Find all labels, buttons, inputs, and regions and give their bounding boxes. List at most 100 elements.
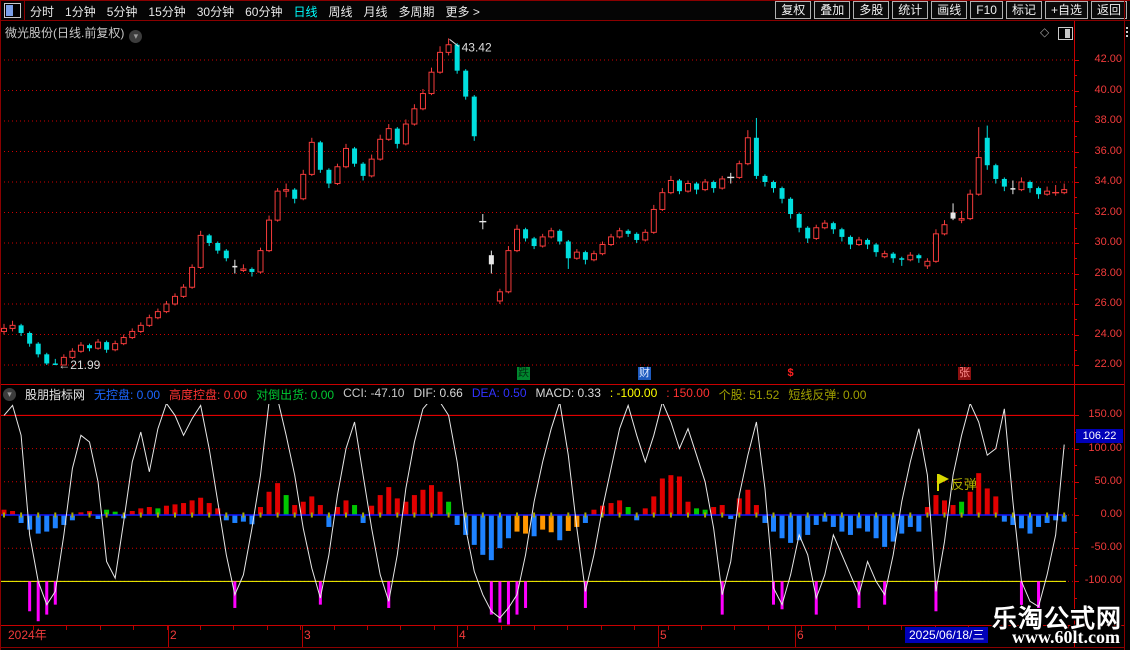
last-date-box: 2025/06/18/三 — [905, 627, 989, 643]
time-tick — [634, 626, 635, 630]
frame-line — [0, 0, 1130, 1]
flag-icon — [939, 474, 949, 484]
time-tick — [668, 626, 669, 630]
indicator-source: 股朋指标网 — [25, 388, 86, 402]
oscillator-line — [3, 404, 1065, 619]
indicator-fields: 无控盘: 0.00 高度控盘: 0.00 对倒出货: 0.00 CCI: -47.10… — [94, 386, 866, 403]
menu-item-日线[interactable]: 日线 — [293, 3, 317, 20]
time-tick — [66, 626, 67, 630]
time-tick — [901, 626, 902, 630]
frame-line — [0, 625, 1125, 626]
indicator-field-DEA: DEA: 0.50 — [471, 386, 527, 400]
toolbar-button-画线[interactable]: 画线 — [931, 1, 968, 19]
price-axis-label: 42.00 — [1094, 53, 1122, 65]
frame-line — [24, 1, 25, 20]
toolbar-button-叠加[interactable]: 叠加 — [814, 1, 851, 19]
menu-item-30分钟[interactable]: 30分钟 — [197, 3, 234, 20]
menu-item-1分钟[interactable]: 1分钟 — [65, 3, 96, 20]
toolbar-button-+自选[interactable]: +自选 — [1044, 1, 1088, 19]
time-tick — [367, 626, 368, 630]
menu-item-5分钟[interactable]: 5分钟 — [107, 3, 138, 20]
price-axis-label: 30.00 — [1094, 236, 1122, 248]
indicator-axis-label: -100.00 — [1084, 574, 1122, 587]
price-axis-label: 22.00 — [1094, 358, 1122, 370]
event-badge-张: 张 — [958, 367, 971, 380]
frame-line — [0, 0, 1, 650]
time-tick — [734, 626, 735, 630]
time-tick — [768, 626, 769, 630]
menu-item-更多 >[interactable]: 更多 > — [446, 3, 480, 20]
time-tick — [400, 626, 401, 630]
low-price-label: ←21.99 — [58, 358, 100, 372]
toolbar-button-返回[interactable]: 返回 — [1090, 1, 1127, 19]
high-price-label: 43.42 — [462, 40, 492, 54]
month-separator — [168, 626, 169, 647]
indicator-field-level: : 150.00 — [666, 386, 710, 400]
toolbar-menu: 复权 叠加 多股 统计 画线 F10 标记 +自选 返回 — [775, 1, 1127, 19]
indicator-field-对倒出货: 对倒出货: 0.00 — [256, 388, 335, 402]
menu-item-分时[interactable]: 分时 — [30, 3, 54, 20]
price-axis-label: 24.00 — [1094, 327, 1122, 340]
indicator-collapse-icon[interactable]: ▾ — [3, 388, 16, 401]
month-separator — [457, 626, 458, 647]
menu-item-15分钟[interactable]: 15分钟 — [148, 3, 185, 20]
frame-line — [0, 647, 1125, 648]
scroll-dot — [1126, 31, 1128, 33]
menu-item-多周期[interactable]: 多周期 — [399, 3, 435, 20]
month-separator — [658, 626, 659, 647]
time-tick — [601, 626, 602, 630]
time-tick — [801, 626, 802, 630]
rebound-annotation: 反弹 — [951, 477, 978, 492]
month-label-5: 5 — [660, 628, 667, 642]
menu-item-月线[interactable]: 月线 — [364, 3, 388, 20]
time-tick — [434, 626, 435, 630]
time-tick — [33, 626, 34, 630]
indicator-axis-label: 100.00 — [1088, 441, 1122, 454]
frame-line — [0, 20, 1130, 21]
time-tick — [200, 626, 201, 630]
time-tick — [100, 626, 101, 630]
month-label-3: 3 — [304, 628, 311, 642]
time-tick — [233, 626, 234, 630]
indicator-chart[interactable] — [0, 404, 1074, 625]
indicator-value-box: 106.22 — [1076, 429, 1123, 443]
menu-item-60分钟[interactable]: 60分钟 — [245, 3, 282, 20]
time-tick — [133, 626, 134, 630]
indicator-field-高度控盘: 高度控盘: 0.00 — [169, 388, 248, 402]
indicator-field-CCI: CCI: -47.10 — [343, 386, 405, 400]
window-icon[interactable] — [4, 3, 21, 18]
indicator-field-个股: 个股: 51.52 — [718, 388, 780, 402]
trading-app-window: 分时 1分钟 5分钟 15分钟 30分钟 60分钟 日线 周线 月线 多周期 更多 > 复权 叠加 多股… — [0, 0, 1130, 650]
month-label-4: 4 — [459, 628, 466, 642]
candlestick-chart[interactable]: 43.42 ←21.99 — [0, 22, 1074, 385]
time-tick — [567, 626, 568, 630]
time-tick — [467, 626, 468, 630]
indicator-field-无控盘: 无控盘: 0.00 — [94, 388, 161, 402]
time-tick — [300, 626, 301, 630]
time-tick — [267, 626, 268, 630]
price-axis-label: 40.00 — [1094, 83, 1122, 96]
event-badge-跌: 跌 — [517, 367, 530, 380]
indicator-field-MACD: MACD: 0.33 — [535, 386, 601, 400]
toolbar-button-F10[interactable]: F10 — [970, 1, 1003, 19]
watermark-url: www.60lt.com — [1012, 627, 1120, 647]
price-axis-label: 34.00 — [1094, 175, 1122, 187]
price-axis-label: 38.00 — [1094, 114, 1122, 126]
indicator-field-level: : -100.00 — [609, 386, 658, 400]
price-axis-label: 26.00 — [1094, 297, 1122, 309]
scroll-dot — [1126, 35, 1128, 37]
month-separator — [795, 626, 796, 647]
scroll-dot — [1126, 27, 1128, 29]
month-label-2024年: 2024年 — [8, 628, 47, 642]
frame-line — [0, 384, 1125, 385]
month-label-6: 6 — [797, 628, 804, 642]
time-tick — [334, 626, 335, 630]
menu-item-周线[interactable]: 周线 — [328, 3, 352, 20]
time-tick — [167, 626, 168, 630]
toolbar-button-统计[interactable]: 统计 — [892, 1, 929, 19]
toolbar-button-复权[interactable]: 复权 — [775, 1, 812, 19]
time-tick — [534, 626, 535, 630]
toolbar-button-多股[interactable]: 多股 — [853, 1, 890, 19]
menubar: 分时 1分钟 5分钟 15分钟 30分钟 60分钟 日线 周线 月线 多周期 更多 > 复权 叠加 多股… — [0, 0, 1130, 21]
toolbar-button-标记[interactable]: 标记 — [1005, 1, 1042, 19]
